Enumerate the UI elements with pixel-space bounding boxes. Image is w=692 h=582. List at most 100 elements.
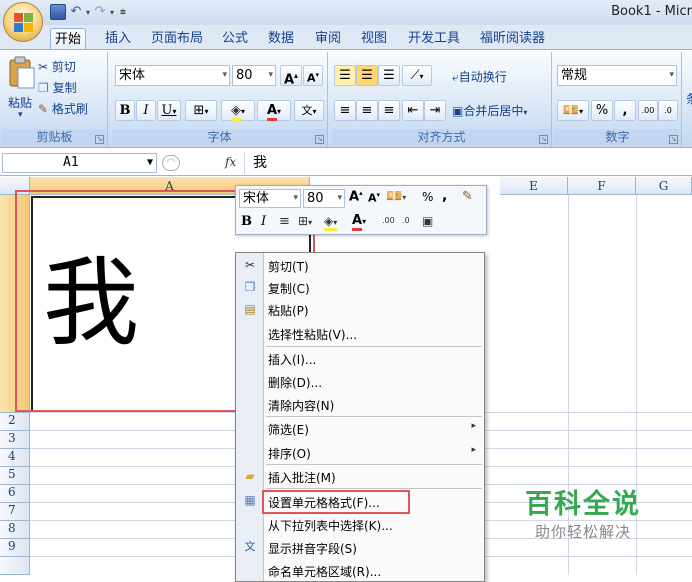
undo-icon[interactable]: ↶ — [68, 4, 84, 20]
number-format-combo[interactable]: 常规 ▾ — [557, 65, 677, 86]
align-center-button[interactable]: ≡ — [356, 100, 378, 121]
menu-item-copy[interactable]: 复制(C) — [268, 280, 310, 297]
grow-font-button[interactable]: A▴ — [280, 65, 302, 87]
select-all-corner[interactable] — [0, 177, 30, 195]
decrease-indent-button[interactable]: ⇤ — [402, 100, 424, 121]
row-header[interactable]: 2 — [0, 413, 30, 431]
tab-view[interactable]: 视图 — [357, 28, 391, 50]
menu-item-delete[interactable]: 删除(D)... — [268, 374, 322, 391]
fill-color-button[interactable]: ◈▾ — [221, 100, 255, 121]
undo-dropdown-icon[interactable]: ▾ — [86, 8, 90, 17]
decrease-decimal-button[interactable]: .0 — [658, 100, 678, 121]
tab-developer[interactable]: 开发工具 — [404, 28, 464, 50]
mini-grow-font-icon[interactable]: A▴ — [349, 189, 363, 204]
align-left-button[interactable]: ≡ — [334, 100, 356, 121]
menu-item-insert-comment[interactable]: 插入批注(M) — [268, 469, 336, 486]
menu-item-format-cells[interactable]: 设置单元格格式(F)... — [268, 494, 380, 511]
increase-decimal-button[interactable]: .00 — [638, 100, 658, 121]
tab-review[interactable]: 审阅 — [311, 28, 345, 50]
tab-data[interactable]: 数据 — [264, 28, 298, 50]
font-size-combo[interactable]: 80 ▾ — [232, 65, 276, 86]
orientation-button[interactable]: ⟋▾ — [402, 65, 432, 86]
menu-item-paste-special[interactable]: 选择性粘贴(V)... — [268, 326, 357, 343]
alignment-launcher-icon[interactable]: ↘ — [539, 135, 548, 144]
mini-merge-icon[interactable]: ▣ — [422, 214, 433, 228]
format-painter-button[interactable]: ✎ 格式刷 — [38, 100, 88, 117]
mini-increase-decimal-icon[interactable]: .00 — [382, 216, 395, 225]
italic-button[interactable]: I — [136, 100, 156, 121]
clipboard-launcher-icon[interactable]: ↘ — [95, 135, 104, 144]
tab-foxit-reader[interactable]: 福昕阅读器 — [476, 28, 549, 50]
mini-italic-button[interactable]: I — [261, 214, 266, 229]
name-box[interactable]: A1 ▼ — [2, 153, 157, 173]
cut-button[interactable]: ✂ 剪切 — [38, 58, 76, 75]
font-color-button[interactable]: A▾ — [257, 100, 291, 121]
tab-page-layout[interactable]: 页面布局 — [147, 28, 207, 50]
align-right-button[interactable]: ≡ — [378, 100, 400, 121]
align-bottom-button[interactable]: ☰ — [378, 65, 400, 86]
row-header[interactable]: 3 — [0, 431, 30, 449]
save-icon[interactable] — [50, 4, 66, 20]
mini-format-painter-icon[interactable]: ✎ — [462, 189, 473, 204]
menu-item-pick-from-list[interactable]: 从下拉列表中选择(K)... — [268, 517, 393, 534]
row-header[interactable]: 7 — [0, 503, 30, 521]
row-header[interactable] — [0, 557, 30, 575]
currency-button[interactable]: 💴▾ — [557, 100, 589, 121]
comma-button[interactable]: , — [614, 100, 636, 121]
mini-comma-button[interactable]: , — [442, 188, 447, 204]
column-header-e[interactable]: E — [500, 177, 568, 195]
menu-item-insert[interactable]: 插入(I)... — [268, 351, 316, 368]
tab-formulas[interactable]: 公式 — [218, 28, 252, 50]
tab-insert[interactable]: 插入 — [101, 28, 135, 50]
mini-bold-button[interactable]: B — [241, 214, 252, 229]
customize-qat-icon[interactable]: ⩧ — [120, 7, 126, 18]
column-header-g[interactable]: G — [636, 177, 692, 195]
menu-item-cut[interactable]: 剪切(T) — [268, 258, 309, 275]
font-launcher-icon[interactable]: ↘ — [315, 135, 324, 144]
redo-dropdown-icon[interactable]: ▾ — [110, 8, 114, 17]
percent-button[interactable]: % — [591, 100, 613, 121]
shrink-font-button[interactable]: A▾ — [303, 65, 323, 86]
paste-dropdown-icon[interactable]: ▾ — [18, 110, 23, 120]
mini-font-combo[interactable]: 宋体 ▾ — [239, 189, 301, 208]
paste-button[interactable]: 粘贴 — [8, 94, 32, 111]
phonetic-button[interactable]: 文▾ — [294, 100, 324, 121]
mini-font-color-button[interactable]: A▾ — [352, 213, 366, 231]
mini-border-icon[interactable]: ⊞▾ — [298, 214, 312, 228]
formula-input[interactable]: 我 — [244, 152, 692, 174]
merge-center-button[interactable]: ▣合并后居中▾ — [452, 102, 527, 119]
row-header[interactable]: 5 — [0, 467, 30, 485]
mini-size-combo[interactable]: 80 ▾ — [303, 189, 345, 208]
menu-item-filter[interactable]: 筛选(E) — [268, 421, 309, 438]
row-header[interactable]: 9 — [0, 539, 30, 557]
row-header[interactable]: 8 — [0, 521, 30, 539]
mini-percent-button[interactable]: % — [422, 190, 433, 204]
row-header[interactable]: 4 — [0, 449, 30, 467]
menu-item-phonetic[interactable]: 显示拼音字段(S) — [268, 540, 357, 557]
column-header-f[interactable]: F — [568, 177, 636, 195]
font-name-combo[interactable]: 宋体 ▾ — [115, 65, 230, 86]
align-top-button[interactable]: ☰ — [334, 65, 356, 86]
mini-align-center-icon[interactable]: ≡ — [279, 214, 290, 229]
office-button[interactable] — [3, 2, 43, 42]
menu-item-sort[interactable]: 排序(O) — [268, 445, 311, 462]
number-launcher-icon[interactable]: ↘ — [669, 135, 678, 144]
mini-currency-icon[interactable]: 💴▾ — [386, 189, 406, 204]
menu-item-paste[interactable]: 粘贴(P) — [268, 302, 309, 319]
tab-home[interactable]: 开始 — [50, 28, 87, 50]
row-header[interactable]: 6 — [0, 485, 30, 503]
borders-button[interactable]: ⊞▾ — [185, 100, 217, 121]
bold-button[interactable]: B — [115, 100, 135, 121]
paste-icon[interactable] — [8, 56, 36, 92]
align-middle-button[interactable]: ☰ — [356, 65, 378, 86]
mini-fill-color-icon[interactable]: ◈▾ — [324, 214, 338, 231]
copy-button[interactable]: ❐ 复制 — [38, 79, 77, 96]
mini-shrink-font-icon[interactable]: A▾ — [368, 191, 380, 205]
insert-function-button[interactable]: fx — [225, 155, 236, 169]
mini-decrease-decimal-icon[interactable]: .0 — [402, 216, 410, 225]
row-header-1[interactable] — [0, 195, 30, 413]
menu-item-clear-contents[interactable]: 清除内容(N) — [268, 397, 334, 414]
increase-indent-button[interactable]: ⇥ — [424, 100, 446, 121]
redo-icon[interactable]: ↷ — [92, 4, 108, 20]
wrap-text-button[interactable]: ⤶自动换行 — [452, 68, 507, 85]
